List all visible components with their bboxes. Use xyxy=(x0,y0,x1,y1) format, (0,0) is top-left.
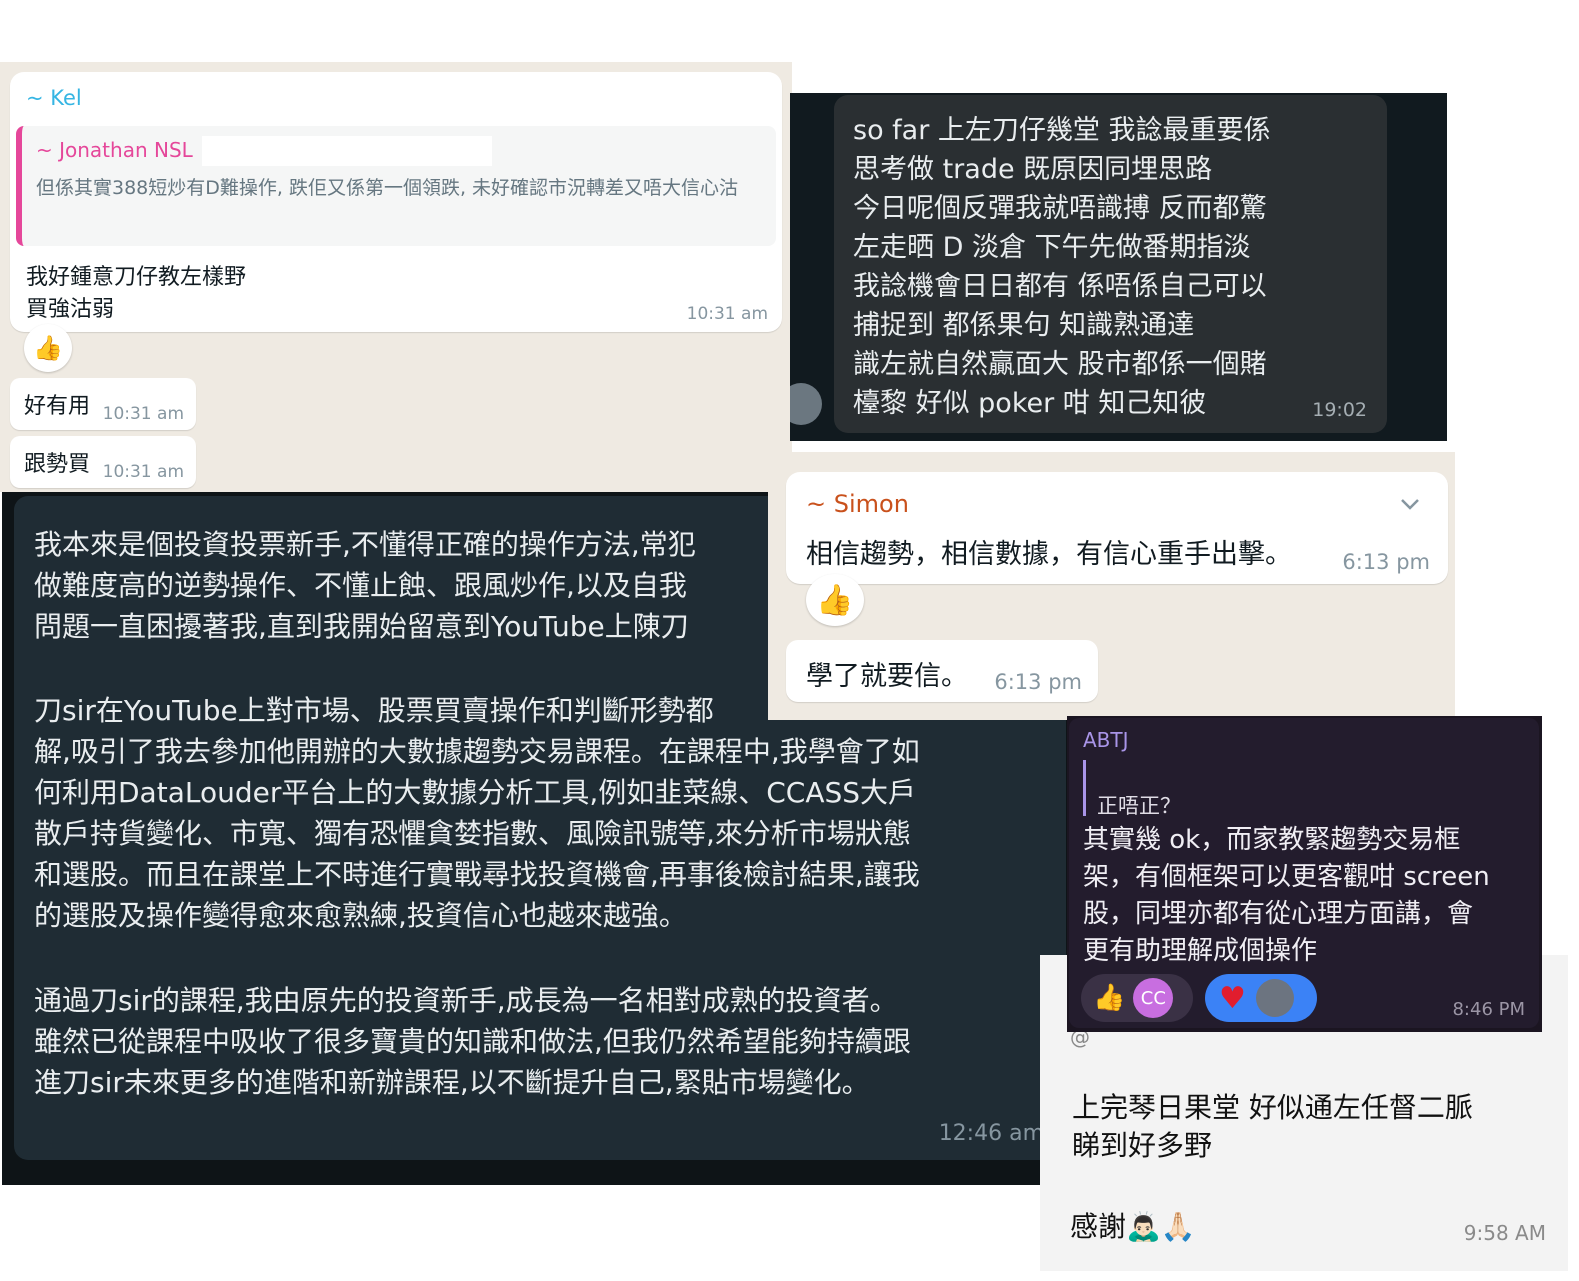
abtj-message-time: 8:46 PM xyxy=(1452,999,1525,1020)
quoted-message[interactable]: ~ Jonathan NSL 但係其實388短炒有D難操作, 跌佢又係第一個領跌… xyxy=(16,126,776,246)
user-avatar xyxy=(1255,979,1294,1017)
dark-message-text: so far 上左刀仔幾堂 我諗最重要係 思考做 trade 既原因同埋思路 今… xyxy=(853,115,1271,419)
quote-sender-name: ~ Jonathan NSL xyxy=(36,138,193,162)
kel-message-time: 10:31 am xyxy=(686,304,768,324)
reaction-chip-thumbs[interactable]: 👍 CC xyxy=(1081,974,1193,1022)
message-text-useful: 好有用 xyxy=(24,394,91,419)
thumbs-up-reaction-icon[interactable]: 👍 xyxy=(806,574,864,626)
last-message-text: 上完琴日果堂 好似通左任督二脈 睇到好多野 xyxy=(1072,1091,1473,1162)
message-bubble-believe[interactable]: 學了就要信。 6:13 pm xyxy=(786,640,1098,702)
message-time-follow-trend: 10:31 am xyxy=(102,462,184,482)
quote-bar xyxy=(1083,760,1086,816)
simon-sender-name[interactable]: ~ Simon xyxy=(806,490,909,518)
testimonial-time: 12:46 am xyxy=(938,1121,1044,1146)
message-text-follow-trend: 跟勢買 xyxy=(24,452,91,477)
testimonial-paragraph-2: 刀sir在YouTube上對市場、股票買賣操作和判斷形勢都 解,吸引了我去參加他… xyxy=(34,694,920,932)
kel-chat-screenshot: ~ Kel ~ Jonathan NSL 但係其實388短炒有D難操作, 跌佢又… xyxy=(0,62,792,492)
simon-chat-screenshot: ~ Simon 相信趨勢，相信數據，有信心重手出擊。 6:13 pm 👍 學了就… xyxy=(768,452,1455,720)
message-time-believe: 6:13 pm xyxy=(994,670,1082,694)
abtj-quote-text: 正唔正？ xyxy=(1097,794,1181,818)
abtj-chat-screenshot: ABTJ 正唔正？ 其實幾 ok，而家教緊趨勢交易框 架，有個框架可以更客觀咁 … xyxy=(1067,716,1542,1032)
message-text-believe: 學了就要信。 xyxy=(806,661,968,692)
testimonial-paragraph-3: 通過刀sir的課程,我由原先的投資新手,成長為一名相對成熟的投資者。 雖然已從課… xyxy=(34,984,911,1099)
last-message-time: 9:58 AM xyxy=(1463,1221,1546,1245)
abtj-message-bubble[interactable]: ABTJ 正唔正？ 其實幾 ok，而家教緊趨勢交易框 架，有個框架可以更客觀咁 … xyxy=(1069,718,1539,1028)
kel-sender-name[interactable]: ~ Kel xyxy=(26,86,82,110)
kel-message-bubble[interactable]: ~ Kel ~ Jonathan NSL 但係其實388短炒有D難操作, 跌佢又… xyxy=(10,72,782,332)
message-bubble-useful[interactable]: 好有用 10:31 am xyxy=(10,378,196,430)
thumbs-up-icon: 👍 xyxy=(1093,983,1126,1013)
abtj-sender-name[interactable]: ABTJ xyxy=(1083,728,1129,752)
sender-avatar[interactable] xyxy=(790,383,822,425)
abtj-message-text: 其實幾 ok，而家教緊趨勢交易框 架，有個框架可以更客觀咁 screen 股，同… xyxy=(1083,825,1490,966)
thumbs-up-reaction-icon[interactable]: 👍 xyxy=(24,324,72,372)
kel-message-text: 我好鍾意刀仔教左樣野 買強沽弱 xyxy=(26,265,247,322)
reaction-chip-heart[interactable]: ♥ xyxy=(1205,974,1317,1022)
simon-message-text: 相信趨勢，相信數據，有信心重手出擊。 xyxy=(806,539,1292,570)
simon-message-time: 6:13 pm xyxy=(1342,550,1430,574)
heart-icon: ♥ xyxy=(1219,980,1246,1016)
dark-message-bubble[interactable]: so far 上左刀仔幾堂 我諗最重要係 思考做 trade 既原因同埋思路 今… xyxy=(834,95,1387,433)
dark-chat-screenshot: so far 上左刀仔幾堂 我諗最重要係 思考做 trade 既原因同埋思路 今… xyxy=(790,93,1447,441)
message-bubble-follow-trend[interactable]: 跟勢買 10:31 am xyxy=(10,436,196,488)
quote-text: 但係其實388短炒有D難操作, 跌佢又係第一個領跌, 未好確認市況轉差又唔大信心… xyxy=(36,177,739,199)
simon-message-bubble[interactable]: ~ Simon 相信趨勢，相信數據，有信心重手出擊。 6:13 pm xyxy=(786,472,1448,584)
thanks-text: 感謝🙇🏻‍♂️🙏🏻 xyxy=(1070,1210,1196,1243)
dark-message-time: 19:02 xyxy=(1312,399,1367,421)
quote-sender-redaction xyxy=(202,136,492,166)
cc-avatar: CC xyxy=(1133,978,1174,1018)
chevron-down-icon[interactable] xyxy=(1398,492,1422,516)
message-time-useful: 10:31 am xyxy=(102,404,184,424)
